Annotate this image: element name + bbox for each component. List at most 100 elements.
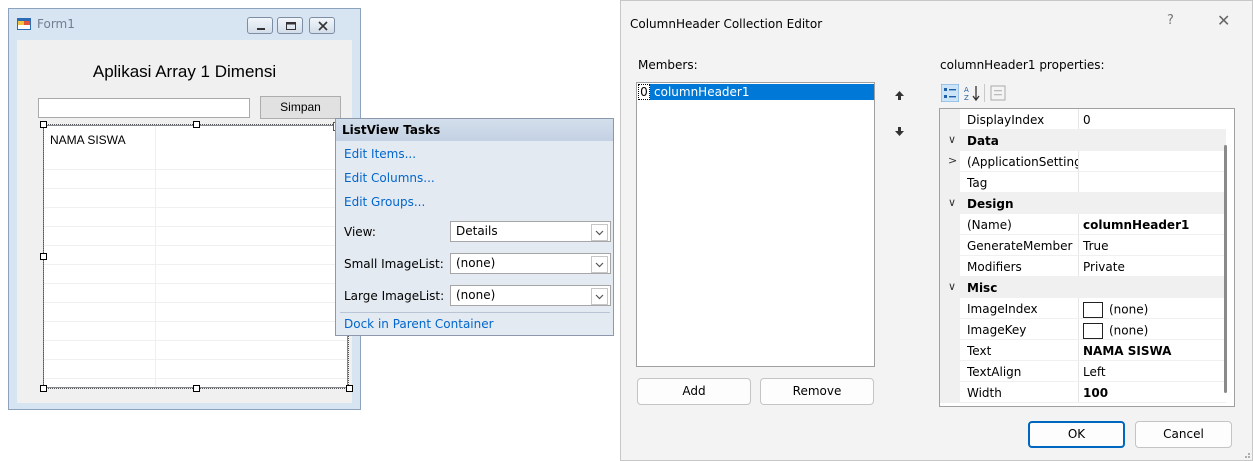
maximize-button[interactable]: [277, 17, 303, 34]
property-name: Text: [967, 344, 992, 358]
row-margin: [940, 340, 960, 361]
property-row[interactable]: Modifiers Private: [940, 256, 1226, 277]
chevron-right-icon[interactable]: >: [948, 154, 957, 167]
chevron-down-icon[interactable]: [591, 256, 608, 273]
property-row[interactable]: ImageKey (none): [940, 319, 1226, 340]
dock-in-parent-link[interactable]: Dock in Parent Container: [344, 317, 494, 331]
property-row[interactable]: Width 100: [940, 382, 1226, 403]
form1-titlebar[interactable]: Form1: [9, 9, 360, 39]
resize-handle-bl[interactable]: [40, 385, 47, 392]
toolbar-divider: [984, 84, 985, 102]
property-value[interactable]: columnHeader1: [1083, 218, 1189, 232]
property-row[interactable]: GenerateMember True: [940, 235, 1226, 256]
selection-frame: [43, 124, 349, 389]
property-name: Design: [967, 197, 1014, 211]
ok-button[interactable]: OK: [1028, 421, 1125, 448]
members-label: Members:: [638, 58, 698, 72]
property-name: DisplayIndex: [967, 113, 1045, 127]
listview-tasks-header: ListView Tasks: [336, 119, 613, 141]
edit-columns-link[interactable]: Edit Columns...: [344, 171, 435, 185]
large-imagelist-label: Large ImageList:: [344, 289, 445, 303]
property-value[interactable]: Private: [1083, 260, 1125, 274]
tasks-divider: [340, 312, 610, 313]
property-row[interactable]: > (ApplicationSettings): [940, 151, 1226, 172]
property-value[interactable]: NAMA SISWA: [1083, 344, 1171, 358]
property-name: (ApplicationSettings): [967, 155, 1079, 169]
property-value[interactable]: Left: [1083, 365, 1106, 379]
form1-window: Form1 Aplikasi Array 1 Dimensi Simpan NA…: [8, 8, 361, 410]
resize-handle-tl[interactable]: [40, 121, 47, 128]
add-button[interactable]: Add: [637, 378, 751, 405]
row-margin: [940, 298, 960, 319]
large-imagelist-combobox[interactable]: (none): [450, 285, 611, 306]
categorized-icon[interactable]: [941, 84, 959, 102]
chevron-down-icon[interactable]: [591, 224, 608, 241]
help-button[interactable]: ?: [1167, 13, 1174, 28]
name-textbox[interactable]: [38, 98, 250, 118]
resize-handle-top[interactable]: [193, 121, 200, 128]
form-icon: [17, 18, 31, 30]
property-grid: DisplayIndex 0 ∨ Data > (ApplicationSettings)…: [939, 108, 1235, 407]
svg-text:Z: Z: [964, 94, 969, 102]
property-name: GenerateMember: [967, 239, 1073, 253]
chevron-down-icon[interactable]: [591, 288, 608, 305]
resize-grip-icon[interactable]: [1241, 449, 1251, 459]
small-imagelist-value: (none): [456, 256, 496, 270]
alphabetical-sort-icon[interactable]: A Z: [963, 84, 981, 102]
column-separator: [1078, 235, 1079, 256]
property-value[interactable]: (none): [1083, 323, 1148, 339]
row-margin: [940, 256, 960, 277]
property-name: Tag: [967, 176, 988, 190]
simpan-button[interactable]: Simpan: [260, 96, 341, 119]
resize-handle-left[interactable]: [40, 253, 47, 260]
cancel-button[interactable]: Cancel: [1135, 421, 1232, 448]
property-row[interactable]: Text NAMA SISWA: [940, 340, 1226, 361]
property-row[interactable]: Tag: [940, 172, 1226, 193]
property-category-row[interactable]: ∨ Design: [940, 193, 1226, 214]
move-up-button[interactable]: [887, 84, 912, 107]
row-margin: [940, 382, 960, 403]
form1-title: Form1: [37, 17, 75, 31]
small-imagelist-combobox[interactable]: (none): [450, 253, 611, 274]
property-category-row[interactable]: ∨ Misc: [940, 277, 1226, 298]
property-row[interactable]: (Name) columnHeader1: [940, 214, 1226, 235]
minimize-button[interactable]: [247, 17, 273, 34]
large-imagelist-value: (none): [456, 288, 496, 302]
edit-items-link[interactable]: Edit Items...: [344, 147, 416, 161]
chevron-down-icon[interactable]: ∨: [948, 196, 956, 209]
chevron-down-icon[interactable]: ∨: [948, 280, 956, 293]
column-separator: [1078, 382, 1079, 403]
property-name: ImageIndex: [967, 302, 1038, 316]
row-divider: [940, 402, 1226, 403]
row-margin: [940, 361, 960, 382]
remove-button[interactable]: Remove: [760, 378, 874, 405]
vertical-scrollbar[interactable]: [1224, 145, 1227, 393]
property-value[interactable]: (none): [1083, 302, 1148, 318]
property-value[interactable]: 100: [1083, 386, 1108, 400]
resize-handle-br[interactable]: [346, 385, 353, 392]
editor-title: ColumnHeader Collection Editor: [630, 17, 823, 31]
property-pages-icon[interactable]: [989, 84, 1007, 102]
property-value[interactable]: 0: [1083, 113, 1091, 127]
form-heading-label: Aplikasi Array 1 Dimensi: [92, 62, 277, 81]
row-margin: [940, 235, 960, 256]
move-down-button[interactable]: [887, 120, 912, 143]
members-listbox[interactable]: 0 columnHeader1: [636, 82, 875, 367]
property-value[interactable]: True: [1083, 239, 1109, 253]
edit-groups-link[interactable]: Edit Groups...: [344, 195, 425, 209]
resize-handle-bottom[interactable]: [193, 385, 200, 392]
editor-close-button[interactable]: ✕: [1217, 11, 1230, 30]
member-index: 0: [638, 84, 650, 100]
view-combobox[interactable]: Details: [450, 221, 611, 242]
property-name: (Name): [967, 218, 1012, 232]
property-row[interactable]: TextAlign Left: [940, 361, 1226, 382]
property-row[interactable]: DisplayIndex 0: [940, 109, 1226, 130]
chevron-down-icon[interactable]: ∨: [948, 133, 956, 146]
property-row[interactable]: ImageIndex (none): [940, 298, 1226, 319]
properties-label: columnHeader1 properties:: [940, 58, 1105, 72]
property-category-row[interactable]: ∨ Data: [940, 130, 1226, 151]
member-item-columnheader1[interactable]: 0 columnHeader1: [638, 84, 874, 100]
arrow-up-icon: [895, 91, 904, 100]
property-name: TextAlign: [967, 365, 1022, 379]
close-button[interactable]: [309, 17, 335, 34]
